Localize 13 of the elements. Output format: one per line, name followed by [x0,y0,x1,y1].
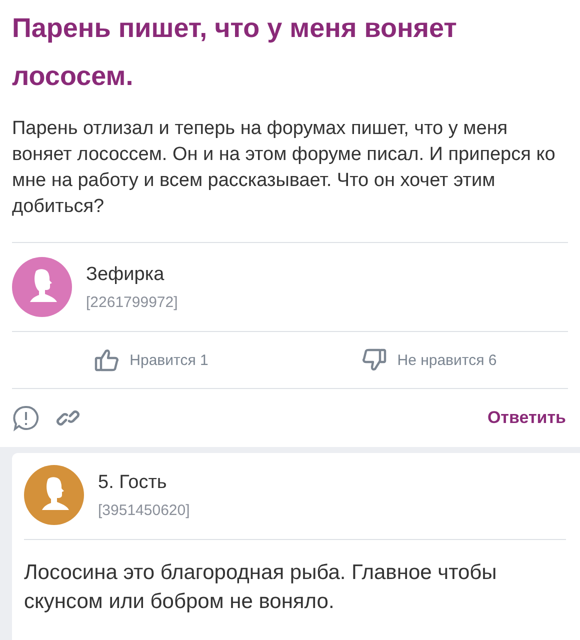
user-name[interactable]: Зефирка [86,264,178,286]
report-icon[interactable] [12,404,40,432]
reply-text: Лососина это благородная рыба. Главное чтобы скунсом или бобром не воняло. [24,560,498,615]
user-name[interactable]: 5. Гость [98,472,190,494]
user-id: [3951450620] [98,502,190,518]
thumbs-up-icon [94,347,120,373]
reply-button[interactable]: Ответить [485,408,568,428]
user-id: [2261799972] [86,294,178,310]
post-text: Парень отлизал и теперь на форумах пишет, что у меня воняет лососсем. Он и на этом форуме писал. И приперся ко мне на работу и всем рассказывает. Что он хочет этим добиться? [12,117,556,219]
post-title: Парень пишет, что у меня воняет лососем. [12,12,458,93]
thumbs-down-icon [361,347,388,373]
like-button[interactable]: Нравится 1 [12,347,290,373]
dislike-button[interactable]: Не нравится 6 [290,347,568,373]
